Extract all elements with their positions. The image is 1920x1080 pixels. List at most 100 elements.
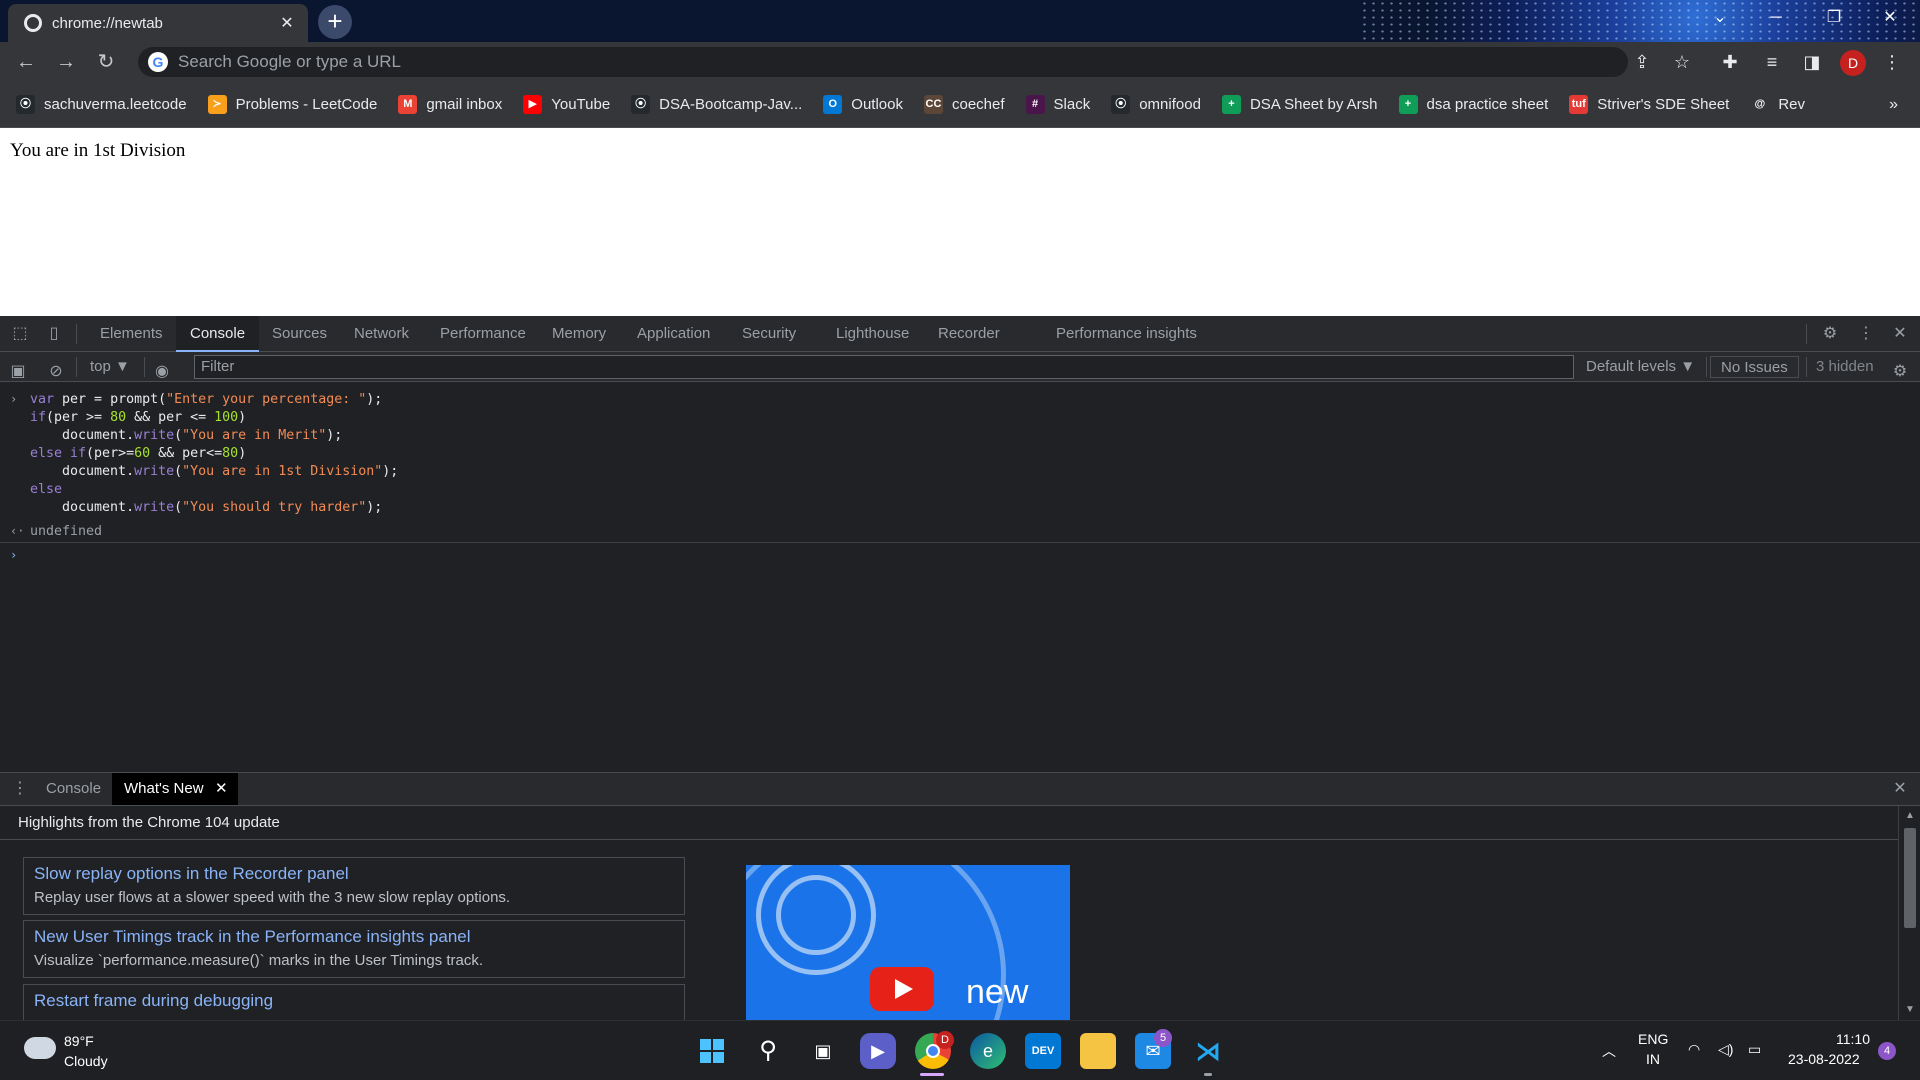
restore-button[interactable]: ❐ <box>1806 0 1862 36</box>
back-button[interactable]: ← <box>12 48 40 76</box>
close-devtools-icon[interactable]: ✕ <box>1890 324 1910 344</box>
dev-home-icon[interactable]: DEV <box>1025 1033 1061 1069</box>
devtools-menu-icon[interactable]: ⋮ <box>1856 324 1876 344</box>
console-filter-input[interactable]: Filter <box>194 355 1574 379</box>
vscode-icon[interactable]: ⋊ <box>1190 1033 1226 1069</box>
search-icon[interactable]: ⚲ <box>750 1033 786 1069</box>
context-selector[interactable]: top ▼ <box>90 352 130 382</box>
language-indicator[interactable]: ENG <box>1638 1031 1668 1047</box>
bookmark-item[interactable]: tuf Striver's SDE Sheet <box>1569 95 1729 114</box>
feature-card-title[interactable]: Slow replay options in the Recorder pane… <box>34 864 674 884</box>
chrome-profile-badge: D <box>936 1031 954 1049</box>
address-bar[interactable]: G Search Google or type a URL <box>138 47 1628 77</box>
reload-button[interactable]: ↻ <box>92 48 120 76</box>
whats-new-video-thumbnail[interactable]: new <box>746 865 1070 1020</box>
bookmark-item[interactable]: ≻ Problems - LeetCode <box>207 95 377 114</box>
devtools-tab[interactable]: Security <box>728 316 810 352</box>
scroll-down-icon[interactable]: ▼ <box>1905 1004 1915 1015</box>
console-output[interactable]: › var per = prompt("Enter your percentag… <box>0 382 1920 772</box>
volume-icon[interactable]: ◁) <box>1718 1041 1733 1058</box>
youtube-icon: ▶ <box>523 95 543 114</box>
tab-search-button[interactable]: ⌄ <box>1692 0 1748 36</box>
notification-badge[interactable]: 4 <box>1878 1042 1896 1060</box>
battery-icon[interactable]: ▭ <box>1748 1041 1761 1058</box>
devtools-tab[interactable]: Lighthouse <box>822 316 923 352</box>
github-icon: ⦿ <box>1111 95 1131 114</box>
weather-temperature[interactable]: 89°F <box>64 1033 94 1049</box>
cloud-weather-icon[interactable] <box>24 1037 56 1059</box>
forward-button[interactable]: → <box>52 48 80 76</box>
extensions-icon[interactable]: ✚ <box>1718 50 1742 74</box>
devtools-tab[interactable]: Recorder <box>924 316 1014 352</box>
devtools-tab[interactable]: Console <box>176 316 260 352</box>
feature-card[interactable]: Slow replay options in the Recorder pane… <box>23 857 685 915</box>
chat-icon[interactable]: ▶ <box>860 1033 896 1069</box>
settings-gear-icon[interactable]: ⚙ <box>1820 324 1840 344</box>
bookmark-item[interactable]: ▶ YouTube <box>523 95 610 114</box>
bookmark-item[interactable]: CC coechef <box>923 95 1005 114</box>
minimize-button[interactable]: ─ <box>1748 0 1804 36</box>
device-toolbar-icon[interactable]: ▯ <box>44 324 64 344</box>
close-window-button[interactable]: ✕ <box>1862 0 1918 36</box>
bookmark-item[interactable]: ⦿ omnifood <box>1111 95 1201 114</box>
task-view-icon[interactable]: ▣ <box>805 1033 841 1069</box>
devtools-tab[interactable]: Sources <box>258 316 341 352</box>
bookmark-star-icon[interactable]: ☆ <box>1670 50 1694 74</box>
scroll-up-icon[interactable]: ▲ <box>1905 810 1915 821</box>
region-indicator[interactable]: IN <box>1646 1051 1660 1067</box>
drawer-tab-console[interactable]: Console <box>34 773 113 805</box>
devtools-tab[interactable]: Memory <box>538 316 620 352</box>
log-levels-dropdown[interactable]: Default levels ▼ <box>1586 352 1695 382</box>
profile-avatar[interactable]: D <box>1840 50 1866 76</box>
wifi-icon[interactable]: ◠ <box>1688 1041 1700 1058</box>
hidden-count: 3 hidden <box>1816 358 1874 375</box>
devtools-tab[interactable]: Elements <box>86 316 177 352</box>
drawer-menu-icon[interactable]: ⋮ <box>10 779 30 799</box>
clock-date[interactable]: 23-08-2022 <box>1788 1051 1860 1067</box>
edge-icon[interactable]: e <box>970 1033 1006 1069</box>
feature-card-title[interactable]: Restart frame during debugging <box>34 991 674 1011</box>
side-panel-icon[interactable]: ◨ <box>1800 50 1824 74</box>
issues-button[interactable]: No Issues <box>1710 356 1799 378</box>
devtools-tab[interactable]: Performance <box>426 316 540 352</box>
devtools-tab[interactable]: Performance insights <box>1042 316 1211 352</box>
feature-card-title[interactable]: New User Timings track in the Performanc… <box>34 927 674 947</box>
close-drawer-tab-icon[interactable]: ✕ <box>215 773 228 805</box>
bookmark-item[interactable]: Mgmail inbox <box>398 95 502 114</box>
close-tab-icon[interactable]: ✕ <box>278 13 296 33</box>
console-prompt-icon[interactable]: › <box>10 548 17 562</box>
inspect-element-icon[interactable]: ⬚ <box>10 324 30 344</box>
bookmark-item[interactable]: ⦿ DSA-Bootcamp-Jav... <box>631 95 802 114</box>
devtools-tab[interactable]: Application <box>623 316 724 352</box>
scrollbar-thumb[interactable] <box>1904 828 1916 928</box>
sheets-icon: + <box>1221 95 1241 114</box>
bookmark-item[interactable]: # Slack <box>1025 95 1090 114</box>
bookmark-item[interactable]: @ Rev <box>1750 95 1805 114</box>
browser-tab[interactable]: chrome://newtab ✕ <box>8 4 308 42</box>
feature-card[interactable]: New User Timings track in the Performanc… <box>23 920 685 978</box>
rev-icon: @ <box>1750 95 1770 114</box>
youtube-play-icon[interactable] <box>870 967 934 1011</box>
whats-new-scrollbar[interactable]: ▲ ▼ <box>1898 806 1920 1020</box>
bookmark-label: Striver's SDE Sheet <box>1597 96 1730 113</box>
drawer-tab-whats-new[interactable]: What's New ✕ <box>112 773 238 805</box>
bookmarks-overflow-icon[interactable]: » <box>1889 96 1898 114</box>
windows-start-icon[interactable] <box>694 1033 730 1069</box>
chevron-up-icon[interactable]: ︿ <box>1602 1041 1616 1061</box>
close-drawer-icon[interactable]: ✕ <box>1890 779 1910 799</box>
devtools-tab[interactable]: Network <box>340 316 423 352</box>
media-control-icon[interactable]: ≡ <box>1760 50 1784 74</box>
clock-time[interactable]: 11:10 <box>1836 1031 1870 1047</box>
menu-kebab-icon[interactable]: ⋮ <box>1880 50 1904 74</box>
feature-card[interactable]: Restart frame during debugging <box>23 984 685 1020</box>
share-icon[interactable]: ⇪ <box>1630 50 1654 74</box>
bookmark-label: Outlook <box>851 96 903 113</box>
chrome-icon <box>24 14 42 32</box>
weather-description[interactable]: Cloudy <box>64 1053 108 1069</box>
bookmark-item[interactable]: + dsa practice sheet <box>1398 95 1548 114</box>
bookmark-item[interactable]: O Outlook <box>823 95 903 114</box>
bookmark-item[interactable]: + DSA Sheet by Arsh <box>1221 95 1378 114</box>
new-tab-button[interactable]: + <box>318 5 352 39</box>
file-explorer-icon[interactable] <box>1080 1033 1116 1069</box>
bookmark-item[interactable]: ⦿ sachuverma.leetcode <box>16 95 187 114</box>
